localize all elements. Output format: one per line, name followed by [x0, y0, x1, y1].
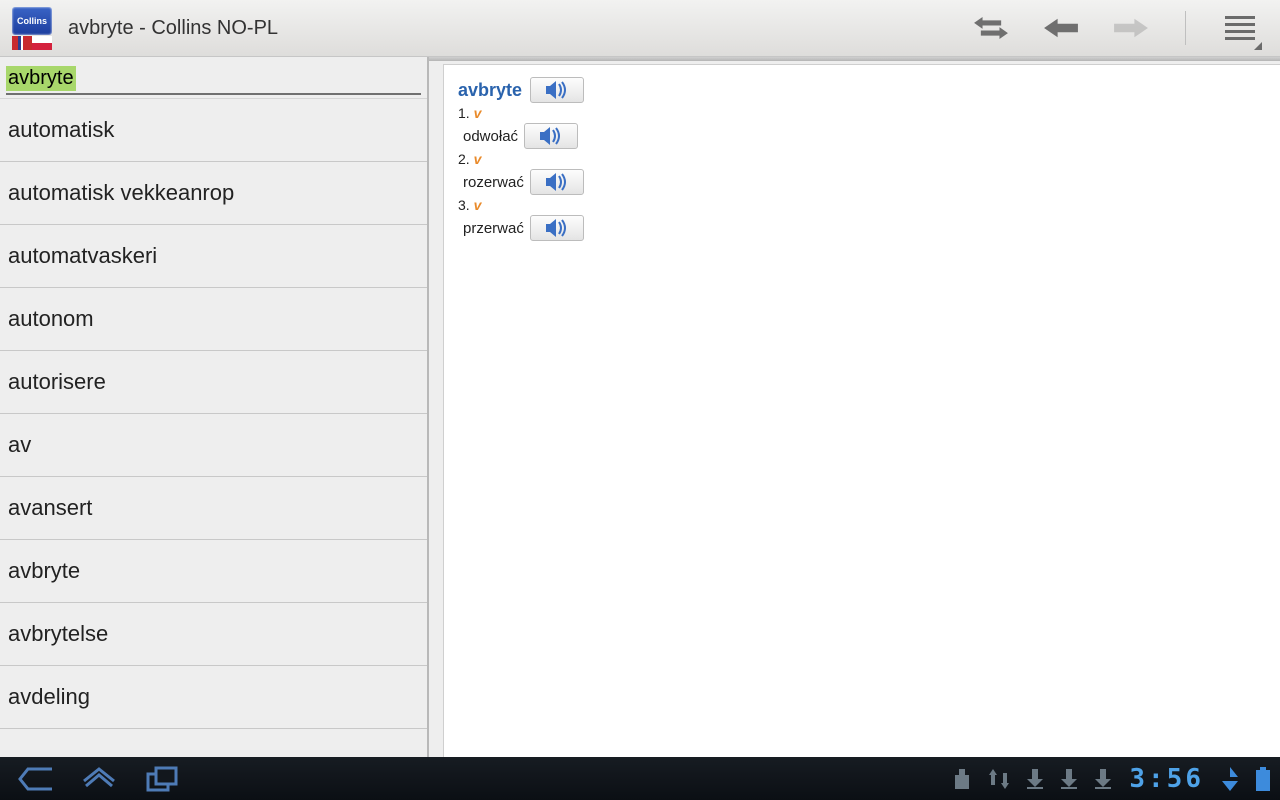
speaker-icon [540, 127, 562, 145]
swap-icon [974, 17, 1008, 39]
sense-number: 3. v [458, 197, 1266, 213]
system-back-button[interactable] [18, 766, 52, 792]
battery-icon [1256, 767, 1270, 791]
history-forward-button[interactable] [1111, 8, 1151, 48]
collins-badge: Collins [12, 7, 52, 35]
part-of-speech: v [474, 105, 482, 121]
part-of-speech: v [474, 151, 482, 167]
list-item[interactable]: avansert [0, 477, 427, 540]
list-item[interactable]: autonom [0, 288, 427, 351]
sense-number: 2. v [458, 151, 1266, 167]
download-icon [1027, 769, 1043, 789]
sense-number: 1. v [458, 105, 1266, 121]
entry-panel: avbryte 1. v odwołać [429, 57, 1280, 757]
system-navigation-bar: 3:56 [0, 757, 1280, 800]
search-input-value: avbryte [6, 66, 76, 91]
list-item[interactable]: autorisere [0, 351, 427, 414]
list-item[interactable]: avdeling [0, 666, 427, 729]
list-item[interactable]: avbryte [0, 540, 427, 603]
search-input[interactable]: avbryte [6, 61, 421, 95]
part-of-speech: v [474, 197, 482, 213]
pronounce-translation-button[interactable] [530, 215, 584, 241]
headword: avbryte [458, 80, 522, 101]
speaker-icon [546, 219, 568, 237]
usb-debug-icon [953, 769, 971, 789]
arrow-right-icon [1114, 17, 1148, 39]
action-buttons [971, 8, 1272, 48]
translation: przerwać [458, 220, 524, 237]
system-clock: 3:56 [1129, 764, 1204, 794]
system-status-area[interactable]: 3:56 [953, 764, 1280, 794]
history-back-button[interactable] [1041, 8, 1081, 48]
pronounce-translation-button[interactable] [524, 123, 578, 149]
search-field-wrap: avbryte [0, 57, 427, 99]
speaker-icon [546, 173, 568, 191]
page-title: avbryte - Collins NO-PL [68, 17, 278, 40]
app-icon[interactable]: Collins [8, 4, 56, 52]
entry-card: avbryte 1. v odwołać [443, 64, 1280, 757]
action-divider [1185, 11, 1186, 45]
action-bar: Collins avbryte - Collins NO-PL [0, 0, 1280, 57]
word-list: automatisk automatisk vekkeanrop automat… [0, 99, 427, 757]
download-icon [1095, 769, 1111, 789]
system-home-button[interactable] [82, 766, 116, 792]
list-item[interactable]: automatisk vekkeanrop [0, 162, 427, 225]
menu-icon [1225, 16, 1255, 40]
back-icon [18, 767, 52, 791]
list-item[interactable]: av [0, 414, 427, 477]
list-item[interactable]: automatvaskeri [0, 225, 427, 288]
upload-download-icon [989, 769, 1009, 789]
menu-button[interactable] [1220, 8, 1260, 48]
list-item[interactable]: avbrytelse [0, 603, 427, 666]
arrow-left-icon [1044, 17, 1078, 39]
recents-icon [146, 766, 180, 792]
system-recents-button[interactable] [146, 766, 180, 792]
pronounce-translation-button[interactable] [530, 169, 584, 195]
word-list-panel: avbryte automatisk automatisk vekkeanrop… [0, 57, 429, 757]
wifi-icon [1222, 767, 1238, 791]
app-icon-flags [12, 36, 52, 50]
speaker-icon [546, 81, 568, 99]
list-item[interactable]: automatisk [0, 99, 427, 162]
home-icon [82, 767, 116, 791]
translation: rozerwać [458, 174, 524, 191]
download-icon [1061, 769, 1077, 789]
swap-languages-button[interactable] [971, 8, 1011, 48]
pronounce-headword-button[interactable] [530, 77, 584, 103]
translation: odwołać [458, 128, 518, 145]
